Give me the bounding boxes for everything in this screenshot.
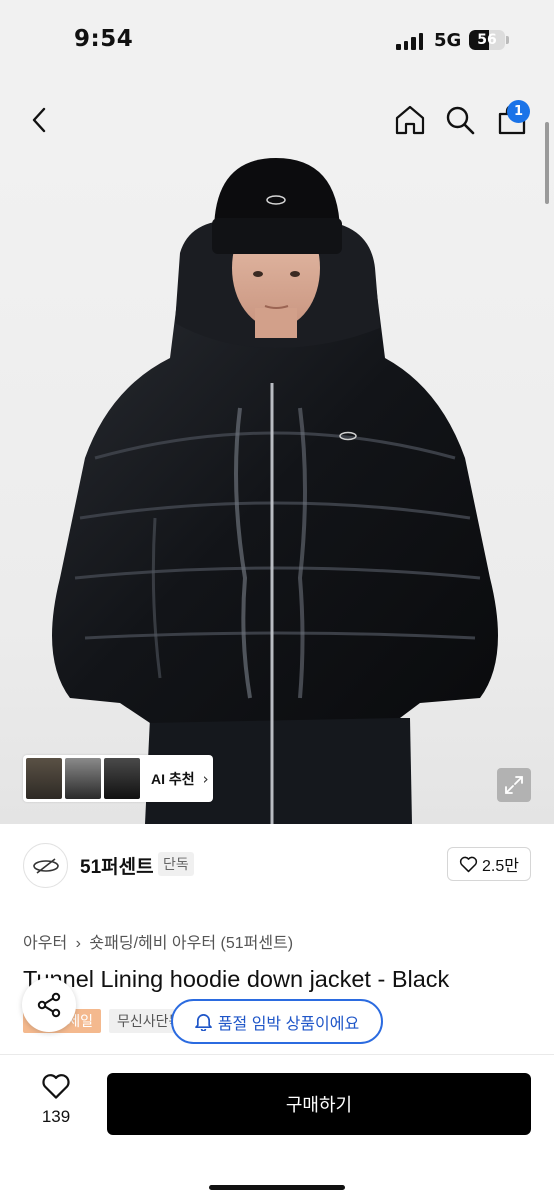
brand-name[interactable]: 51퍼센트 bbox=[80, 852, 154, 879]
status-time: 9:54 bbox=[74, 26, 134, 52]
cart-badge: 1 bbox=[507, 100, 530, 123]
product-image[interactable]: AI 추천 › bbox=[0, 158, 554, 824]
expand-button[interactable] bbox=[497, 768, 531, 802]
toast-text: 품절 임박 상품이에요 bbox=[217, 1015, 360, 1033]
battery-cap bbox=[506, 36, 509, 44]
breadcrumb: 아우터 › 숏패딩/헤비 아우터 (51퍼센트) bbox=[23, 929, 293, 953]
thumbnail-1[interactable] bbox=[26, 758, 62, 799]
signal-icon bbox=[396, 33, 423, 50]
brand-logo-mark bbox=[32, 857, 59, 874]
status-bar: 9:54 5G 56 bbox=[0, 0, 554, 84]
brand-exclusive-tag: 단독 bbox=[158, 852, 194, 876]
brand-logo[interactable] bbox=[23, 843, 68, 888]
share-button[interactable] bbox=[22, 978, 76, 1032]
wishlist-button[interactable]: 139 bbox=[30, 1073, 82, 1127]
back-button[interactable] bbox=[20, 100, 60, 140]
buy-button[interactable]: 구매하기 bbox=[107, 1073, 531, 1135]
heart-icon bbox=[459, 856, 478, 872]
low-stock-toast: 품절 임박 상품이에요 bbox=[171, 999, 383, 1044]
share-icon bbox=[37, 992, 61, 1018]
home-indicator bbox=[209, 1185, 345, 1190]
breadcrumb-separator: › bbox=[75, 935, 81, 952]
heart-icon bbox=[42, 1074, 70, 1099]
thumbnail-2[interactable] bbox=[65, 758, 101, 799]
page-scrollbar[interactable] bbox=[545, 122, 549, 204]
bottom-action-bar: 139 구매하기 bbox=[0, 1055, 554, 1200]
search-button[interactable] bbox=[440, 100, 480, 140]
expand-icon bbox=[505, 776, 523, 794]
top-nav bbox=[0, 84, 554, 158]
ai-recommend-strip[interactable]: AI 추천 › bbox=[23, 755, 213, 802]
home-icon bbox=[395, 105, 425, 135]
product-photo bbox=[52, 158, 498, 824]
home-button[interactable] bbox=[390, 100, 430, 140]
brand-row: 51퍼센트 단독 2.5만 bbox=[0, 824, 554, 904]
bell-icon bbox=[194, 1014, 212, 1031]
brand-like-count: 2.5만 bbox=[482, 858, 519, 875]
wishlist-count: 139 bbox=[41, 1107, 71, 1126]
brand-like-button[interactable]: 2.5만 bbox=[447, 847, 531, 881]
chevron-right-icon: › bbox=[202, 769, 209, 788]
battery-icon: 56 bbox=[469, 30, 505, 50]
battery-level: 56 bbox=[477, 32, 497, 48]
search-icon bbox=[446, 106, 475, 135]
chevron-left-icon bbox=[32, 107, 46, 133]
thumbnail-3[interactable] bbox=[104, 758, 140, 799]
ai-recommend-label: AI 추천 bbox=[151, 770, 195, 787]
breadcrumb-outer[interactable]: 아우터 bbox=[23, 935, 67, 952]
network-label: 5G bbox=[434, 30, 462, 51]
product-title: Tunnel Lining hoodie down jacket - Black bbox=[23, 966, 450, 992]
breadcrumb-category[interactable]: 숏패딩/헤비 아우터 (51퍼센트) bbox=[89, 935, 293, 952]
